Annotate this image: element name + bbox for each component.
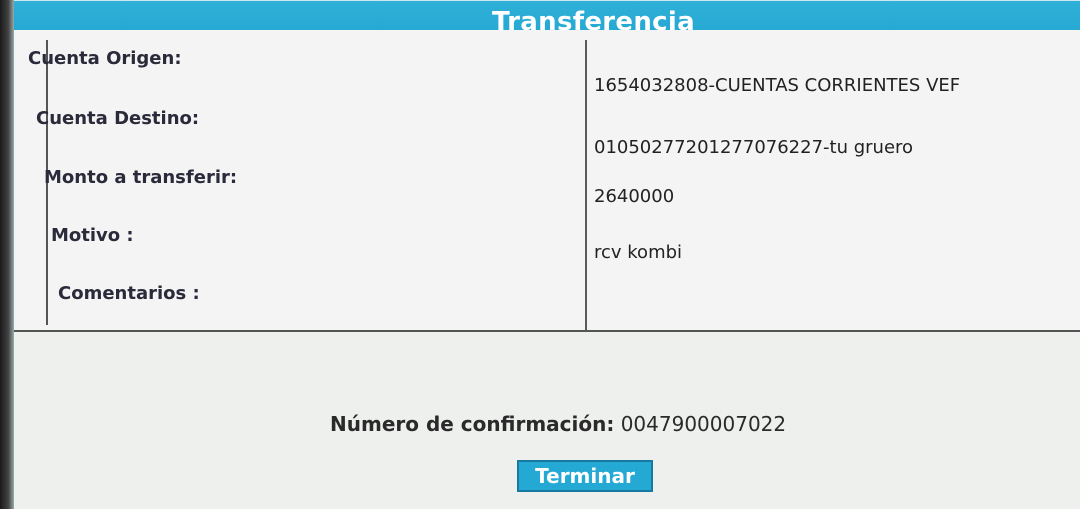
origin-account-value: 1654032808-CUENTAS CORRIENTES VEF: [594, 75, 961, 96]
reason-value: rcv kombi: [594, 242, 683, 263]
screen-bezel: [0, 0, 14, 509]
amount-value: 2640000: [594, 186, 675, 207]
amount-label: Monto a transferir:: [44, 167, 238, 188]
comments-label: Comentarios :: [58, 283, 200, 304]
column-divider: [585, 40, 587, 330]
confirmation-label: Número de confirmación:: [330, 412, 615, 436]
reason-label: Motivo :: [51, 225, 134, 246]
destination-account-label: Cuenta Destino:: [36, 108, 200, 129]
finish-button[interactable]: Terminar: [517, 460, 653, 492]
confirmation-number: 0047900007022: [620, 412, 787, 436]
confirmation-line: Número de confirmación: 0047900007022: [330, 412, 786, 436]
destination-account-value: 01050277201277076227-tu gruero: [594, 137, 914, 158]
origin-account-label: Cuenta Origen:: [28, 48, 182, 69]
